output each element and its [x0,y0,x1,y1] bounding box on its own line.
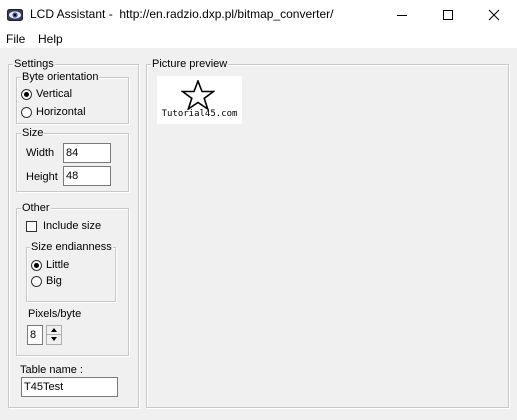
chevron-up-icon [51,328,57,332]
size-group: Size Width Height [16,127,129,192]
byte-orientation-group: Byte orientation Vertical Horizontal [16,71,129,124]
picture-preview-legend: Picture preview [151,58,229,70]
vertical-label: Vertical [36,88,73,100]
lcd-eye-icon [7,7,23,23]
menu-help[interactable]: Help [38,32,63,46]
preview-caption: Tutorial45.com [161,109,238,119]
menu-bar: File Help [0,30,517,48]
other-group: Other Include size Size endianness Littl… [16,202,129,356]
spin-up-button[interactable] [47,326,61,335]
close-button[interactable] [471,0,517,30]
spin-down-button[interactable] [47,335,61,344]
height-input[interactable] [63,166,111,186]
table-name-label: Table name : [20,364,83,376]
size-endianness-legend: Size endianness [30,241,113,253]
table-name-input[interactable] [21,377,118,397]
settings-group: Settings Byte orientation Vertical Horiz… [8,58,139,408]
vertical-radio-indicator[interactable] [21,89,32,100]
size-endianness-group: Size endianness Little Big [26,241,116,302]
width-input[interactable] [63,143,111,163]
other-legend: Other [21,202,51,214]
preview-image: Tutorial45.com [157,76,242,124]
title-bar[interactable]: LCD Assistant - http://en.radzio.dxp.pl/… [0,0,517,30]
big-label: Big [46,275,62,287]
window-title: LCD Assistant - http://en.radzio.dxp.pl/… [30,7,334,21]
size-legend: Size [21,127,45,139]
star-outline-icon [181,80,215,110]
little-label: Little [46,259,70,271]
include-size-box[interactable] [26,221,37,232]
pixels-per-byte-label: Pixels/byte [28,308,82,320]
pixels-per-byte-spinner[interactable] [46,325,62,345]
maximize-button[interactable] [425,0,471,30]
menu-file[interactable]: File [6,32,25,46]
byte-orientation-legend: Byte orientation [21,71,100,83]
height-label: Height [26,171,58,183]
minimize-button[interactable] [379,0,425,30]
horizontal-radio-indicator[interactable] [21,107,32,118]
pixels-per-byte-input[interactable] [27,325,43,345]
little-radio-indicator[interactable] [31,260,42,271]
width-label: Width [26,147,55,159]
horizontal-label: Horizontal [36,106,86,118]
chevron-down-icon [51,337,57,341]
big-radio-indicator[interactable] [31,276,42,287]
include-size-label: Include size [43,220,102,232]
settings-legend: Settings [13,58,55,70]
